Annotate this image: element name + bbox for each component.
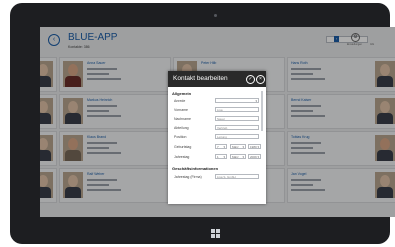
dialog-title: Kontakt bearbeiten [173,75,228,82]
birthday-label: Geburtstag [174,145,192,149]
close-icon[interactable]: × [256,75,265,84]
anniversary-year-select[interactable]: 2009 ▾ [248,154,261,159]
chevron-down-icon: ▾ [223,155,225,159]
edit-contact-dialog: Kontakt bearbeiten ✓ × Allgemein Anrede … [168,71,266,204]
anniversary-day-select[interactable]: 1 ▾ [215,154,227,159]
salutation-select[interactable]: ▾ [215,98,259,103]
last-name-field[interactable]: Sauer [215,116,259,121]
camera-dot [214,14,217,17]
chevron-down-icon: ▾ [257,155,259,159]
field-label: Vorname [174,108,189,112]
chevron-down-icon: ▾ [242,145,244,149]
windows-logo-icon[interactable] [211,229,220,238]
chevron-down-icon: ▾ [223,145,225,149]
section-general: Allgemein [172,91,192,96]
tablet-frame: ‹ BLUE-APP Kontakte: 386 › ⚙ Einstellung… [10,3,395,244]
chevron-down-icon: ▾ [255,99,257,103]
field-label: Position [174,135,187,139]
department-field[interactable]: Vertrieb [215,125,259,130]
first-name-field[interactable]: Lisa [215,107,259,112]
birthday-year-select[interactable]: 1980 ▾ [248,144,261,149]
field-label: Nachname [174,117,191,121]
birthday-month-select[interactable]: März ▾ [230,144,246,149]
company-field[interactable]: Lisa S. GmbH [215,174,259,179]
birthday-day-select[interactable]: 7 ▾ [215,144,227,149]
anniversary-month-select[interactable]: März ▾ [230,154,246,159]
chevron-down-icon: ▾ [257,145,259,149]
section-company: Geschäftsinformationen [172,166,219,171]
chevron-down-icon: ▾ [242,155,244,159]
dialog-header: Kontakt bearbeiten ✓ × [168,71,266,87]
field-label: Anrede [174,99,186,103]
company-label: Jahrestag (Firma) [174,175,202,179]
field-label: Abteilung [174,126,189,130]
dialog-scrollbar[interactable] [261,91,263,131]
app-screen: ‹ BLUE-APP Kontakte: 386 › ⚙ Einstellung… [40,27,395,217]
save-icon[interactable]: ✓ [246,75,255,84]
position-field[interactable]: Leitung [215,134,259,139]
anniversary-label: Jahrestag [174,155,190,159]
